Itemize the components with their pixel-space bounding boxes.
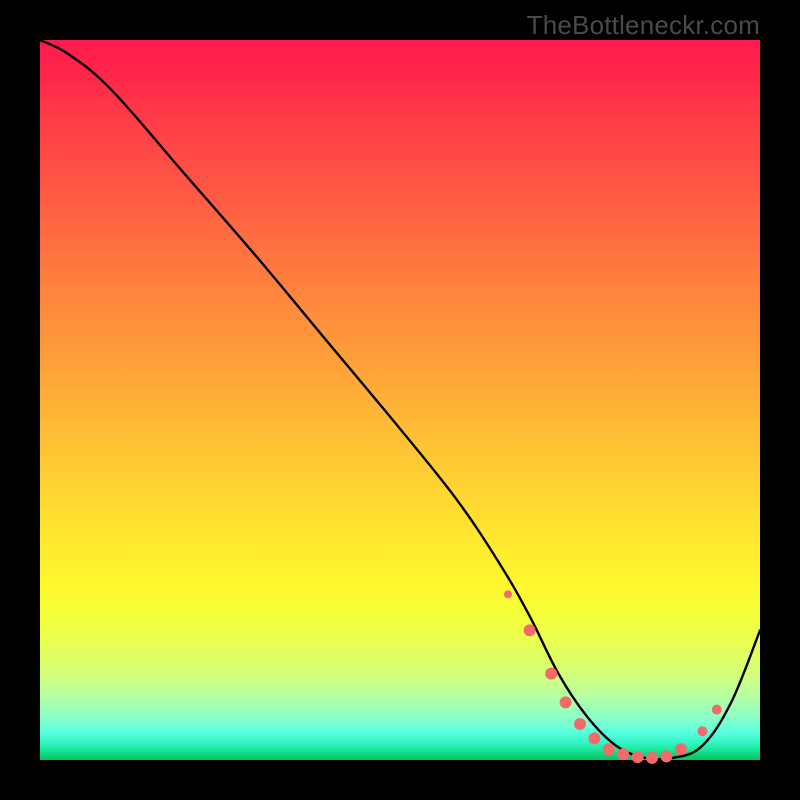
curve-marker <box>632 751 644 763</box>
curve-marker <box>588 732 600 744</box>
curve-marker <box>574 718 586 730</box>
curve-marker <box>504 590 512 598</box>
chart-frame: TheBottleneckr.com <box>0 0 800 800</box>
curve-marker <box>660 750 672 762</box>
plot-area <box>40 40 760 760</box>
curve-marker <box>524 624 536 636</box>
curve-marker <box>545 668 557 680</box>
bottleneck-curve <box>40 40 760 759</box>
curve-marker <box>646 752 658 764</box>
curve-markers <box>504 590 722 763</box>
curve-marker <box>560 696 572 708</box>
curve-marker <box>603 743 615 755</box>
curve-marker <box>617 748 629 760</box>
watermark-text: TheBottleneckr.com <box>527 10 760 41</box>
curve-svg <box>40 40 760 760</box>
curve-marker <box>697 726 707 736</box>
curve-marker <box>675 743 687 755</box>
curve-marker <box>712 705 722 715</box>
